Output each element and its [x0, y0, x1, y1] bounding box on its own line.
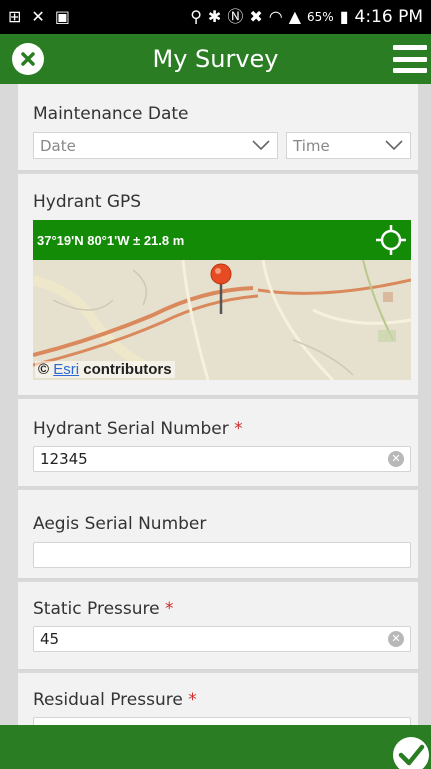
wifi-icon: ◠: [268, 7, 283, 26]
residual-pressure-card: Residual Pressure *: [18, 673, 418, 725]
required-marker: *: [234, 419, 243, 439]
status-bar: ⊞ ✕ ▣ ⚲ ✱ Ⓝ ✖ ◠ ▲ 65% ▮ 4:16 PM: [0, 0, 431, 34]
bluetooth-icon: ✱: [207, 7, 222, 26]
menu-button[interactable]: [393, 45, 427, 73]
required-marker: *: [188, 690, 197, 710]
gps-coordinates-bar: 37°19'N 80°1'W ± 21.8 m: [33, 220, 411, 260]
map-pin-icon[interactable]: [208, 262, 234, 318]
plus-notification-icon: ⊞: [8, 7, 22, 26]
aegis-serial-input[interactable]: [33, 542, 411, 568]
aegis-serial-card: Aegis Serial Number: [18, 490, 418, 579]
location-icon: ⚲: [190, 7, 202, 26]
crosshair-icon[interactable]: [375, 224, 407, 256]
close-button[interactable]: [12, 43, 44, 75]
signal-icon: ▲: [288, 7, 302, 26]
hydrant-serial-input[interactable]: 12345 ✕: [33, 446, 411, 472]
gps-coordinates: 37°19'N 80°1'W ± 21.8 m: [37, 233, 185, 248]
map-attribution: © Esri contributors: [35, 361, 175, 378]
hydrant-serial-card: Hydrant Serial Number * 12345 ✕: [18, 399, 418, 487]
aegis-serial-label: Aegis Serial Number: [33, 514, 207, 534]
chevron-down-icon: [385, 140, 403, 151]
static-pressure-label: Static Pressure: [33, 599, 160, 619]
checkmark-icon: [393, 737, 429, 769]
close-icon: [21, 52, 35, 66]
battery-percent: 65%: [307, 10, 334, 24]
clear-icon[interactable]: ✕: [388, 631, 404, 647]
battery-icon: ▮: [339, 7, 349, 26]
clear-icon[interactable]: ✕: [388, 451, 404, 467]
static-pressure-card: Static Pressure * 45 ✕: [18, 582, 418, 670]
status-time: 4:16 PM: [354, 7, 424, 27]
static-pressure-input[interactable]: 45 ✕: [33, 626, 411, 652]
bottom-bar: [0, 725, 431, 769]
hydrant-gps-label: Hydrant GPS: [33, 192, 142, 212]
nfc-icon: Ⓝ: [227, 7, 244, 26]
residual-pressure-label: Residual Pressure: [33, 690, 183, 710]
maintenance-date-label: Maintenance Date: [33, 104, 189, 124]
page-title: My Survey: [152, 45, 279, 73]
maintenance-date-card: Maintenance Date Date Time: [18, 84, 418, 171]
survey-form[interactable]: Maintenance Date Date Time Hydrant GPS 3…: [18, 84, 418, 725]
date-select[interactable]: Date: [33, 132, 278, 159]
chevron-down-icon: [252, 140, 270, 151]
esri-link[interactable]: Esri: [53, 361, 79, 378]
required-marker: *: [165, 599, 174, 619]
missed-call-icon: ✕: [31, 7, 45, 26]
gallery-icon: ▣: [54, 7, 70, 26]
hamburger-menu-icon: [393, 45, 427, 50]
submit-button[interactable]: [383, 725, 431, 769]
gps-map[interactable]: © Esri contributors: [33, 260, 411, 380]
hydrant-gps-card: Hydrant GPS 37°19'N 80°1'W ± 21.8 m © Es…: [18, 174, 418, 396]
mute-icon: ✖: [249, 7, 263, 26]
hydrant-serial-label: Hydrant Serial Number: [33, 419, 229, 439]
app-header: My Survey: [0, 34, 431, 84]
time-select[interactable]: Time: [286, 132, 411, 159]
residual-pressure-input[interactable]: [33, 717, 411, 725]
